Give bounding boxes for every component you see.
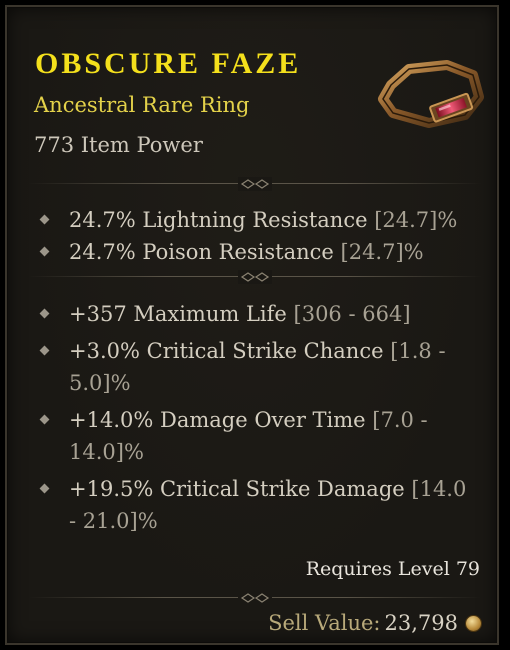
divider-ornament-icon [238,591,272,605]
affix-row: +19.5% Critical Strike Damage [14.0 - 21… [39,473,479,537]
affix-text: +3.0% Critical Strike Chance [69,339,384,363]
affix-row: 24.7% Poison Resistance [24.7]% [39,236,479,268]
diamond-bullet-icon [39,414,50,425]
affix-text: +357 Maximum Life [69,302,287,326]
diamond-bullet-icon [39,308,50,319]
item-power: 773 Item Power [34,133,203,157]
affix-row: +357 Maximum Life [306 - 664] [39,298,479,330]
affix-range: [24.7]% [340,240,424,264]
ring-icon [378,60,484,128]
affix-text: +19.5% Critical Strike Damage [69,477,405,501]
divider [29,591,481,605]
affix-range: [306 - 664] [293,302,411,326]
divider-ornament-icon [238,270,272,284]
divider-ornament-icon [238,177,272,191]
affix-row: 24.7% Lightning Resistance [24.7]% [39,204,479,236]
sell-value-label: Sell Value: [268,611,381,635]
item-tooltip: OBSCURE FAZE Ancestral Rare Ring 773 Ite… [5,5,499,645]
divider [29,177,481,191]
diamond-bullet-icon [39,483,50,494]
sell-value-amount: 23,798 [384,611,458,635]
level-requirement: Requires Level 79 [305,558,480,580]
affix-list: +357 Maximum Life [306 - 664] +3.0% Crit… [39,298,479,542]
gold-coin-icon [466,615,481,631]
item-name: OBSCURE FAZE [35,47,302,80]
affix-text: +14.0% Damage Over Time [69,408,366,432]
diamond-bullet-icon [39,214,50,225]
divider [29,270,481,284]
affix-range: [24.7]% [374,208,458,232]
implicit-affix-list: 24.7% Lightning Resistance [24.7]% 24.7%… [39,204,479,268]
affix-row: +3.0% Critical Strike Chance [1.8 - 5.0]… [39,335,479,399]
diamond-bullet-icon [39,246,50,257]
affix-text: 24.7% Lightning Resistance [69,208,368,232]
item-rarity-type: Ancestral Rare Ring [34,93,250,117]
diamond-bullet-icon [39,345,50,356]
affix-row: +14.0% Damage Over Time [7.0 - 14.0]% [39,404,479,468]
affix-text: 24.7% Poison Resistance [69,240,334,264]
sell-value: Sell Value: 23,798 [268,611,481,635]
